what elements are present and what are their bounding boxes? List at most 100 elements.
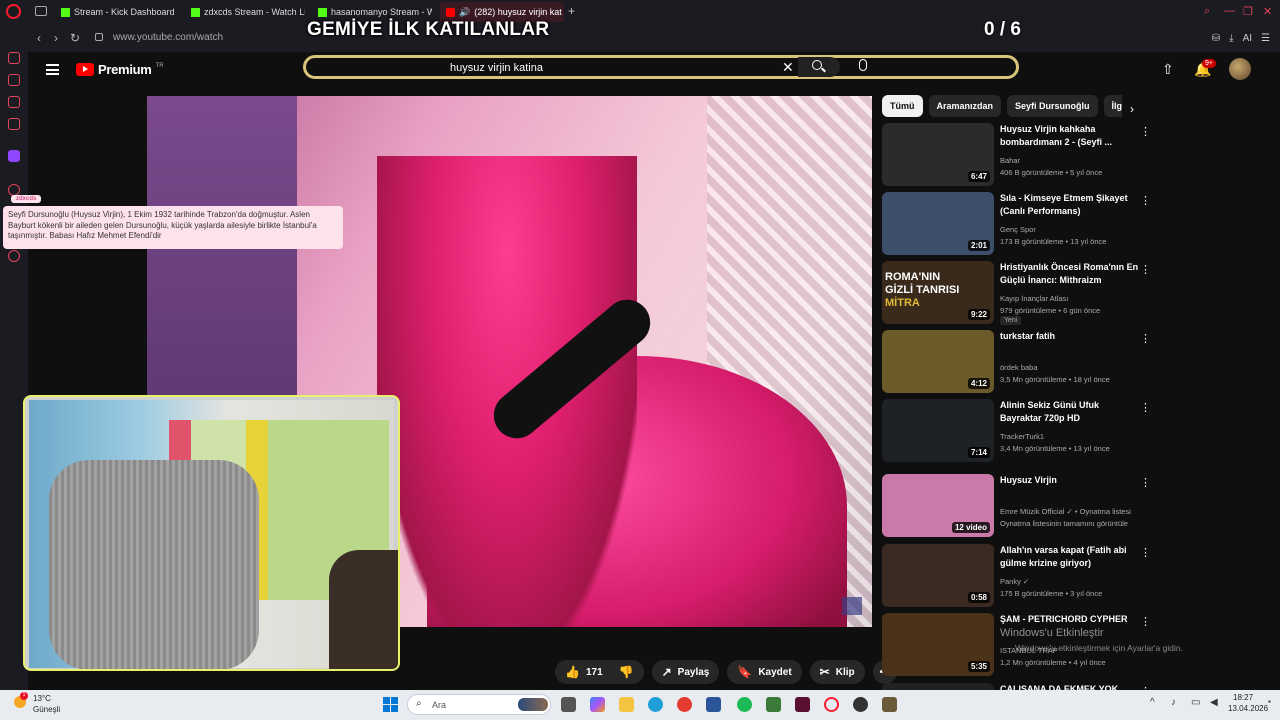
recommendation-item[interactable]: 7:14 Alinin Sekiz Günü Ufuk Bayraktar 720… xyxy=(882,399,1152,465)
game-icon[interactable] xyxy=(882,697,897,712)
more-options-icon[interactable]: ⋮ xyxy=(1140,546,1151,559)
channel-name[interactable]: TrackerTurk1 xyxy=(1000,432,1044,441)
chip-all[interactable]: Tümü xyxy=(882,95,923,117)
chip-related[interactable]: İlg xyxy=(1103,95,1122,117)
channel-name[interactable]: Emre Müzik Official ✓ • Oynatma listesi xyxy=(1000,507,1131,516)
notification-center-icon[interactable]: ▪ xyxy=(1268,697,1271,706)
store-icon[interactable] xyxy=(706,697,721,712)
channel-watermark-icon[interactable] xyxy=(842,597,862,615)
search-box[interactable]: huysuz virjin katina ✕ xyxy=(303,55,1019,79)
search-tabs-icon[interactable]: ⌕ xyxy=(1204,5,1210,18)
video-title[interactable]: turkstar fatih xyxy=(1000,330,1140,343)
video-title[interactable]: Alinin Sekiz Günü Ufuk Bayraktar 720p HD xyxy=(1000,399,1140,424)
history-icon[interactable] xyxy=(8,52,20,64)
save-button[interactable]: 🔖 Kaydet xyxy=(727,660,802,684)
mail-icon[interactable] xyxy=(8,118,20,130)
more-options-icon[interactable]: ⋮ xyxy=(1140,125,1151,138)
video-title[interactable]: Allah'ın varsa kapat (Fatih abi gülme kr… xyxy=(1000,544,1140,569)
chrome-icon[interactable] xyxy=(677,697,692,712)
wallet-icon[interactable]: ⛁ xyxy=(1212,33,1220,44)
share-button[interactable]: ↗ Paylaş xyxy=(651,660,720,684)
recommendation-item[interactable]: 0:58 Allah'ın varsa kapat (Fatih abi gülm… xyxy=(882,544,1152,610)
volume-icon[interactable]: ◀ xyxy=(1210,697,1218,708)
clip-button[interactable]: ✂ Klip xyxy=(809,660,865,684)
speaker-icon[interactable]: 🔊 xyxy=(459,7,470,18)
chip-from-search[interactable]: Aramanızdan xyxy=(928,95,1002,117)
tab-zdxcds-stream[interactable]: zdxcds Stream - Watch Li xyxy=(185,2,305,22)
url-field[interactable]: www.youtube.com/watch xyxy=(113,32,223,43)
video-title[interactable]: ŞAM - PETRICHORD CYPHER xyxy=(1000,613,1140,626)
menu-icon[interactable]: ☰ xyxy=(1261,33,1270,44)
video-thumbnail[interactable]: 6:47 xyxy=(882,123,994,186)
video-title[interactable]: Hristiyanlık Öncesi Roma'nın En Güçlü İn… xyxy=(1000,261,1140,286)
copilot-icon[interactable] xyxy=(590,697,605,712)
reload-button[interactable]: ↻ xyxy=(70,31,80,45)
aria-icon[interactable] xyxy=(8,74,20,86)
app-icon[interactable] xyxy=(766,697,781,712)
weather-condition[interactable]: Güneşli xyxy=(33,705,60,714)
like-icon[interactable]: 👍 xyxy=(565,665,580,679)
recommendation-item[interactable]: 6:47 Huysuz Virjin kahkaha bombardımanı 2… xyxy=(882,123,1152,189)
more-options-icon[interactable]: ⋮ xyxy=(1140,476,1151,489)
obs-icon[interactable] xyxy=(853,697,868,712)
like-count[interactable]: 171 xyxy=(586,667,603,678)
maximize-button[interactable]: ❐ xyxy=(1243,5,1253,18)
back-button[interactable]: ‹ xyxy=(37,31,41,45)
ai-button[interactable]: AI xyxy=(1243,33,1252,44)
video-thumbnail[interactable]: 4:12 xyxy=(882,330,994,393)
channel-name[interactable]: Panky ✓ xyxy=(1000,577,1029,586)
clock-date[interactable]: 13.04.2026 xyxy=(1228,704,1268,713)
chevron-up-icon[interactable]: ^ xyxy=(1150,697,1155,708)
video-thumbnail[interactable]: 12 video xyxy=(882,474,994,537)
task-view-icon[interactable] xyxy=(561,697,576,712)
more-options-icon[interactable]: ⋮ xyxy=(1140,615,1151,628)
upload-icon[interactable]: ⇧ xyxy=(1162,61,1174,78)
dislike-icon[interactable]: 👎 xyxy=(619,665,634,679)
search-button[interactable] xyxy=(798,57,840,77)
video-title[interactable]: Huysuz Virjin xyxy=(1000,474,1140,487)
channel-name[interactable]: Genç Spor xyxy=(1000,225,1036,234)
video-thumbnail[interactable]: 7:14 xyxy=(882,399,994,462)
youtube-logo[interactable]: Premium TR xyxy=(76,62,164,77)
edge-icon[interactable] xyxy=(648,697,663,712)
messenger-icon[interactable] xyxy=(8,96,20,108)
video-title[interactable]: Sıla - Kimseye Etmem Şikayet (Canlı Perf… xyxy=(1000,192,1140,217)
clock-time[interactable]: 18:27 xyxy=(1233,693,1253,702)
recommendation-item[interactable]: 4:12 turkstar fatih ördek baba 3,5 Mn görün… xyxy=(882,330,1152,396)
tab-overview-icon[interactable] xyxy=(35,6,47,16)
download-icon[interactable]: ⤓ xyxy=(1229,33,1233,44)
microphone-icon[interactable] xyxy=(859,59,867,71)
channel-name[interactable]: Kayıp İnançlar Atlası xyxy=(1000,294,1068,303)
taskbar-search[interactable]: ⌕ Ara xyxy=(407,694,551,715)
video-thumbnail[interactable]: 5:35 xyxy=(882,613,994,676)
tab-kick-dashboard[interactable]: Stream - Kick Dashboard xyxy=(55,2,190,22)
opera-logo-icon[interactable] xyxy=(6,4,21,19)
new-tab-button[interactable]: + xyxy=(568,4,575,18)
chip-seyfi[interactable]: Seyfi Dursunoğlu xyxy=(1007,95,1098,117)
more-options-icon[interactable]: ⋮ xyxy=(1140,332,1151,345)
twitch-icon[interactable] xyxy=(8,150,20,162)
recommendation-item[interactable]: 12 video Huysuz Virjin Emre Müzik Official… xyxy=(882,474,1152,540)
chevron-right-icon[interactable]: › xyxy=(1130,102,1134,116)
video-thumbnail[interactable]: 2:01 xyxy=(882,192,994,255)
weather-temp[interactable]: 13°C xyxy=(33,694,51,703)
clear-search-icon[interactable]: ✕ xyxy=(782,59,794,76)
avatar[interactable] xyxy=(1229,58,1251,80)
close-button[interactable]: ✕ xyxy=(1263,5,1272,18)
video-thumbnail[interactable]: ROMA'NIN GİZLİ TANRISI MİTRA 9:22 xyxy=(882,261,994,324)
recommendation-item[interactable]: 2:01 Sıla - Kimseye Etmem Şikayet (Canlı … xyxy=(882,192,1152,258)
video-editor-icon[interactable] xyxy=(795,697,810,712)
video-title[interactable]: Huysuz Virjin kahkaha bombardımanı 2 - (… xyxy=(1000,123,1140,148)
spotify-icon[interactable] xyxy=(737,697,752,712)
search-input[interactable]: huysuz virjin katina xyxy=(450,62,543,74)
opera-taskbar-icon[interactable] xyxy=(824,697,839,712)
file-explorer-icon[interactable] xyxy=(619,697,634,712)
channel-name[interactable]: ördek baba xyxy=(1000,363,1038,372)
settings-icon[interactable] xyxy=(8,250,20,262)
channel-name[interactable]: Bahar xyxy=(1000,156,1020,165)
recommendation-item[interactable]: ROMA'NIN GİZLİ TANRISI MİTRA 9:22 Hristiyanl… xyxy=(882,261,1152,327)
more-options-icon[interactable]: ⋮ xyxy=(1140,263,1151,276)
microphone-tray-icon[interactable]: ♪ xyxy=(1171,697,1176,708)
more-options-icon[interactable]: ⋮ xyxy=(1140,401,1151,414)
minimize-button[interactable]: — xyxy=(1224,5,1235,17)
